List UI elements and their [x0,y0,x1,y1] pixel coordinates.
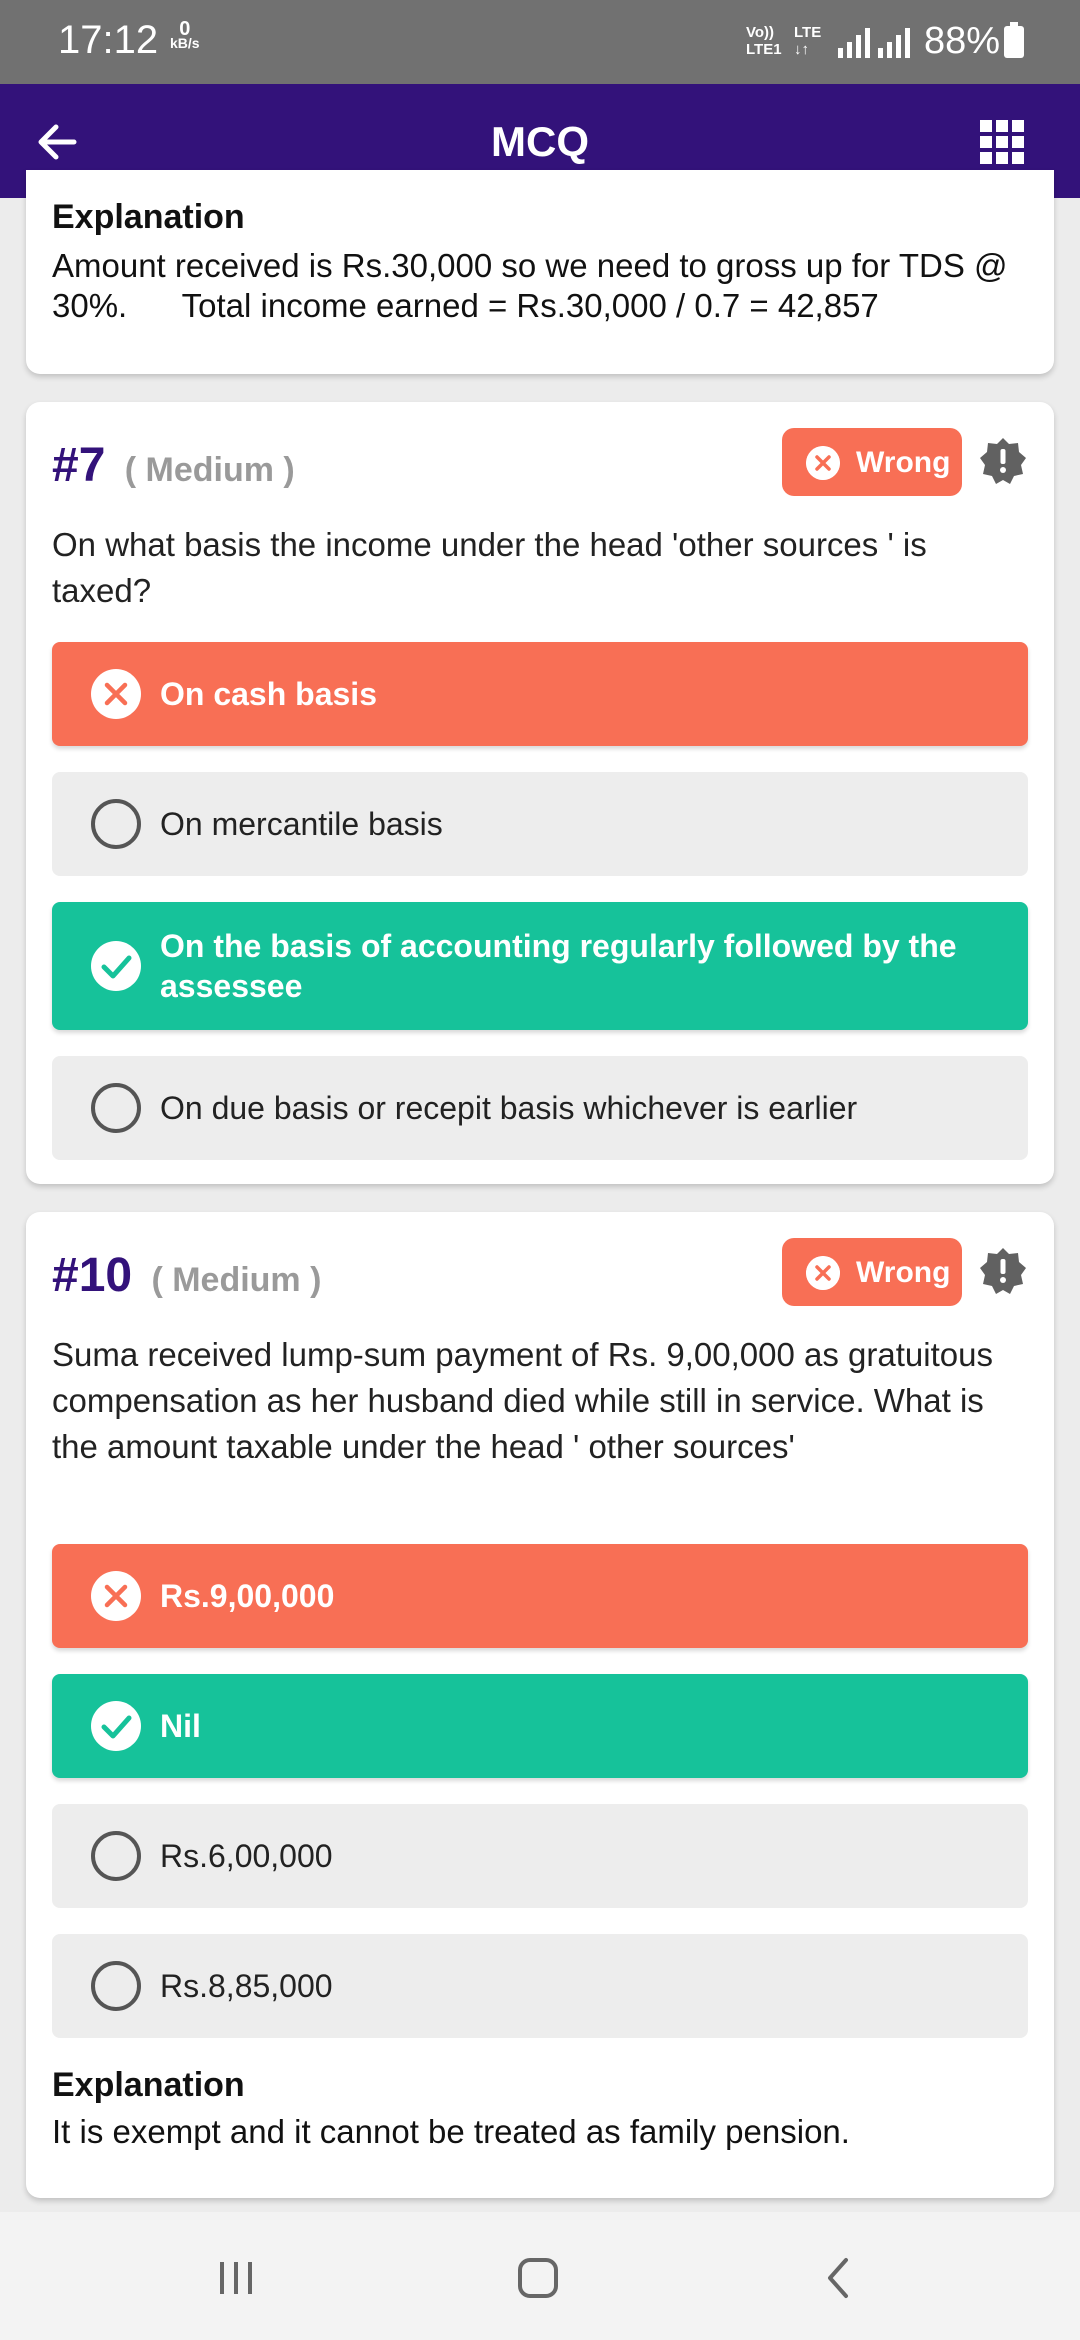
status-badge: Wrong [782,428,962,496]
close-circle-icon [806,1256,840,1290]
check-circle-icon [91,1701,141,1751]
volte-indicator: Vo)) LTE1 [746,24,782,58]
option-label: On cash basis [160,676,377,712]
difficulty-label: ( Medium ) [151,1261,322,1299]
explanation-text: Amount received is Rs.30,000 so we need … [52,247,1017,324]
close-circle-icon [91,669,141,719]
network-speed-value: 0 [179,18,191,40]
explanation-title: Explanation [52,2066,245,2104]
page-title: MCQ [491,118,589,165]
option-label: Rs.8,85,000 [160,1968,333,2004]
volte-line1: Vo)) [746,24,775,41]
volte-line2: LTE1 [746,41,782,58]
status-bar: 17:12 0 kB/s Vo)) LTE1 LTE ↓↑ 88% [0,0,1080,84]
system-nav-bar [0,2212,1080,2340]
radio-circle-icon [91,1961,141,2011]
battery-percent: 88% [924,20,1001,62]
option[interactable]: On mercantile basis [52,772,1028,876]
radio-circle-icon [91,1083,141,1133]
grid-icon[interactable] [980,120,1024,164]
option-label: Nil [160,1708,201,1744]
question-number-text: #10 [52,1249,133,1302]
question-number: #10 ( Medium ) [52,1248,321,1303]
option[interactable]: Rs.8,85,000 [52,1934,1028,2038]
close-circle-icon [806,446,840,480]
option-label: Rs.6,00,000 [160,1838,333,1874]
explanation-text: It is exempt and it cannot be treated as… [52,2113,850,2150]
status-badge-label: Wrong [856,446,951,479]
option-wrong[interactable]: On cash basis [52,642,1028,746]
status-badge-label: Wrong [856,1256,951,1289]
option-correct[interactable]: On the basis of accounting regularly fol… [52,902,1028,1030]
lte-line2: ↓↑ [794,41,809,58]
home-icon[interactable] [508,2248,568,2308]
network-speed: 0 kB/s [170,18,200,51]
option-label: Rs.9,00,000 [160,1578,335,1614]
radio-circle-icon [91,799,141,849]
question-card: Explanation Amount received is Rs.30,000… [26,170,1054,374]
recent-apps-icon[interactable] [206,2248,266,2308]
network-speed-unit: kB/s [170,35,200,51]
option-label: On due basis or recepit basis whichever … [160,1090,858,1126]
question-card: #7 ( Medium ) Wrong On what basis the in… [26,402,1054,1184]
option-correct[interactable]: Nil [52,1674,1028,1778]
signal-icon [838,28,870,58]
question-number-text: #7 [52,439,106,492]
question-text: Suma received lump-sum payment of Rs. 9,… [52,1336,993,1465]
report-icon[interactable] [978,436,1028,486]
status-badge: Wrong [782,1238,962,1306]
signal-icon-sim2 [878,28,910,58]
back-chevron-icon[interactable] [810,2248,870,2308]
lte-indicator: LTE ↓↑ [794,24,821,58]
difficulty-label: ( Medium ) [124,451,295,489]
question-card: #10 ( Medium ) Wrong Suma received lump-… [26,1212,1054,2198]
close-circle-icon [91,1571,141,1621]
report-icon[interactable] [978,1246,1028,1296]
option-label: On mercantile basis [160,806,443,842]
lte-line1: LTE [794,24,822,41]
option[interactable]: Rs.6,00,000 [52,1804,1028,1908]
radio-circle-icon [91,1831,141,1881]
question-text: On what basis the income under the head … [52,526,927,609]
option[interactable]: On due basis or recepit basis whichever … [52,1056,1028,1160]
explanation-title: Explanation [52,198,245,236]
status-time: 17:12 [58,18,159,62]
question-number: #7 ( Medium ) [52,438,295,493]
option-label: On the basis of accounting regularly fol… [160,928,957,1004]
battery-icon [1004,22,1024,58]
option-wrong[interactable]: Rs.9,00,000 [52,1544,1028,1648]
check-circle-icon [91,941,141,991]
